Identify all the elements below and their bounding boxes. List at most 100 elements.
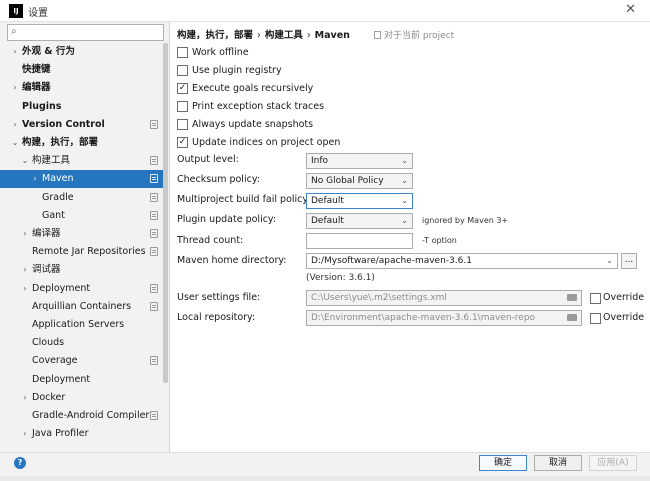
help-icon[interactable]: ? [14, 457, 26, 469]
chevron-down-icon[interactable]: ⌄ [10, 134, 20, 152]
sidebar-item-label: Version Control [22, 118, 105, 130]
sidebar-item[interactable]: Deployment [0, 371, 164, 389]
project-scope-icon [150, 210, 158, 220]
chevron-down-icon[interactable]: ⌄ [20, 152, 30, 170]
sidebar-item[interactable]: › Java Profiler [0, 425, 164, 443]
thread-count-input[interactable] [306, 233, 413, 249]
sidebar-item[interactable]: › 编译器 [0, 225, 164, 243]
sidebar-item-label: Deployment [32, 282, 91, 294]
project-scope-icon [150, 283, 158, 293]
chevron-down-icon: ⌄ [401, 216, 408, 225]
breadcrumb-build-tools[interactable]: 构建工具 [265, 30, 303, 41]
chevron-right-icon[interactable]: › [20, 280, 30, 298]
checkbox[interactable]: ✓ [177, 82, 188, 94]
close-icon[interactable]: ✕ [625, 2, 636, 17]
breadcrumb-separator: › [306, 30, 311, 41]
chevron-right-icon[interactable]: › [20, 425, 30, 443]
checkbox[interactable] [177, 47, 188, 58]
chevron-right-icon[interactable]: › [30, 170, 40, 188]
project-scope-icon [150, 356, 158, 366]
maven-home-value: D:/Mysoftware/apache-maven-3.6.1 [311, 256, 472, 266]
settings-sidebar: ⌕ › 外观 & 行为 快捷键 › 编辑器 Plugins › Version Control… [0, 22, 170, 452]
apply-button[interactable]: 应用(A) [589, 455, 637, 471]
chevron-right-icon[interactable]: › [10, 116, 20, 134]
sidebar-item[interactable]: Gradle-Android Compiler [0, 407, 164, 425]
maven-version: (Version: 3.6.1) [306, 273, 375, 283]
sidebar-item[interactable]: › Docker [0, 389, 164, 407]
sidebar-item-label: Gradle-Android Compiler [32, 410, 150, 421]
plugin-update-label: Plugin update policy: [177, 214, 277, 225]
checksum-policy-select[interactable]: No Global Policy ⌄ [306, 173, 413, 189]
user-settings-input[interactable]: C:\Users\yue\.m2\settings.xml [306, 290, 582, 306]
folder-icon[interactable] [567, 314, 577, 321]
sidebar-item-label: Gradle [42, 191, 74, 203]
sidebar-item-label: 编辑器 [22, 82, 51, 94]
plugin-update-select[interactable]: Default ⌄ [306, 213, 413, 229]
maven-settings-panel: 构建，执行，部署 › 构建工具 › Maven 对于当前 project Work of… [171, 22, 650, 452]
sidebar-item[interactable]: Gant [0, 207, 164, 225]
sidebar-scrollbar[interactable] [163, 43, 168, 383]
output-level-select[interactable]: Info ⌄ [306, 153, 413, 169]
search-input[interactable]: ⌕ [7, 24, 164, 41]
sidebar-item-label: Arquillian Containers [32, 300, 132, 312]
chevron-down-icon: ⌄ [401, 176, 408, 185]
breadcrumb-build[interactable]: 构建，执行，部署 [177, 30, 253, 41]
sidebar-item-label: 编译器 [32, 228, 61, 239]
checkbox[interactable] [177, 100, 188, 112]
dialog-footer: ? 确定 取消 应用(A) [0, 452, 650, 476]
sidebar-item[interactable]: Application Servers [0, 316, 164, 334]
output-level-value: Info [311, 156, 329, 166]
override-checkbox[interactable] [590, 313, 601, 324]
sidebar-item-label: Gant [42, 209, 65, 221]
sidebar-item[interactable]: Plugins [0, 98, 164, 116]
checkbox[interactable] [177, 118, 188, 130]
checkbox-label: Always update snapshots [192, 118, 314, 130]
project-scope-icon [150, 119, 158, 129]
checkbox[interactable]: ✓ [177, 136, 188, 148]
sidebar-item[interactable]: Arquillian Containers [0, 298, 164, 316]
sidebar-item-label: Maven [42, 173, 74, 185]
sidebar-item[interactable]: › Deployment [0, 280, 164, 298]
sidebar-item-label: Application Servers [32, 319, 125, 330]
chevron-right-icon[interactable]: › [10, 43, 20, 61]
chevron-down-icon: ⌄ [401, 196, 408, 205]
project-scope-icon [150, 192, 158, 202]
sidebar-item[interactable]: ⌄ 构建，执行，部署 [0, 134, 164, 152]
sidebar-item[interactable]: › Maven [0, 170, 164, 189]
intellij-icon: IJ [9, 4, 23, 18]
chevron-right-icon[interactable]: › [20, 225, 30, 243]
folder-icon[interactable] [567, 294, 577, 301]
sidebar-item-label: Plugins [22, 100, 62, 112]
sidebar-item-label: Docker [32, 391, 66, 403]
sidebar-item[interactable]: Coverage [0, 352, 164, 370]
sidebar-item-label: Java Profiler [32, 428, 89, 440]
override-checkbox[interactable] [590, 293, 601, 304]
sidebar-item[interactable]: Gradle [0, 189, 164, 207]
maven-home-input[interactable]: D:/Mysoftware/apache-maven-3.6.1 ⌄ [306, 253, 618, 269]
user-settings-value: C:\Users\yue\.m2\settings.xml [311, 293, 447, 303]
search-icon: ⌕ [11, 26, 17, 37]
sidebar-item[interactable]: 快捷键 [0, 61, 164, 79]
sidebar-item[interactable]: Clouds [0, 334, 164, 352]
sidebar-item[interactable]: › Version Control [0, 116, 164, 134]
sidebar-item-label: Deployment [32, 373, 91, 385]
sidebar-item[interactable]: › 编辑器 [0, 79, 164, 97]
browse-button[interactable]: ... [621, 253, 637, 269]
ok-button[interactable]: 确定 [479, 455, 527, 471]
sidebar-item-label: 构建，执行，部署 [22, 137, 99, 148]
local-repo-input[interactable]: D:\Environment\apache-maven-3.6.1\maven-… [306, 310, 582, 326]
output-level-label: Output level: [177, 154, 239, 165]
sidebar-item-label: Coverage [32, 355, 78, 367]
chevron-right-icon[interactable]: › [10, 79, 20, 97]
sidebar-item[interactable]: ⌄ 构建工具 [0, 152, 164, 170]
chevron-down-icon: ⌄ [401, 156, 408, 165]
chevron-right-icon[interactable]: › [20, 261, 30, 279]
multiproject-policy-select[interactable]: Default ⌄ [306, 193, 413, 209]
cancel-button[interactable]: 取消 [534, 455, 582, 471]
user-settings-label: User settings file: [177, 292, 261, 303]
sidebar-item[interactable]: › 外观 & 行为 [0, 43, 164, 61]
sidebar-item[interactable]: › 调试器 [0, 261, 164, 279]
checkbox[interactable] [177, 64, 188, 76]
sidebar-item[interactable]: Remote Jar Repositories [0, 243, 164, 261]
chevron-right-icon[interactable]: › [20, 389, 30, 407]
